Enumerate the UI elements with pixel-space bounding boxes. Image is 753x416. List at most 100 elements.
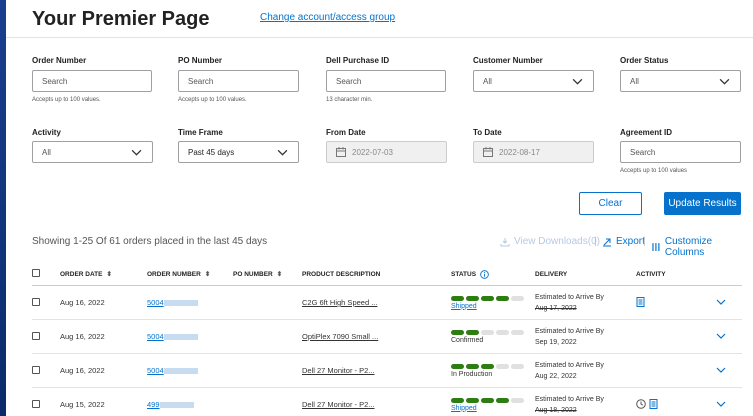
row-checkbox[interactable] [32, 399, 40, 408]
to-date-input[interactable]: 2022-08-17 [473, 141, 594, 163]
chevron-down-icon [572, 78, 583, 85]
order-status-select[interactable]: All [620, 70, 741, 92]
redacted-digits [163, 368, 198, 375]
row-checkbox[interactable] [32, 331, 40, 340]
toolbar-separator: | [643, 236, 646, 247]
order-number-hint: Accepts up to 100 values. [32, 97, 101, 103]
clock-icon[interactable] [636, 398, 646, 411]
calendar-icon [336, 147, 346, 157]
order-number-input[interactable]: Search [32, 70, 152, 92]
order-number-link[interactable]: 499 [147, 400, 194, 409]
order-number-link[interactable]: 5004 [147, 332, 198, 341]
status-text[interactable]: Shipped [451, 303, 535, 310]
delivery-estimate-label: Estimated to Arrive By [535, 327, 604, 335]
agreement-id-input[interactable]: Search [620, 141, 741, 163]
table-row[interactable]: Aug 16, 2022 5004 C2G 6ft High Speed ... Sh… [32, 285, 742, 320]
progress-segment [466, 397, 479, 403]
progress-segment [466, 295, 479, 301]
activity-select[interactable]: All [32, 141, 153, 163]
expand-row-chevron-icon[interactable] [716, 297, 726, 307]
po-number-cell [233, 319, 302, 354]
from-date-label: From Date [326, 128, 366, 137]
progress-segment [496, 329, 509, 335]
delivery-date: Aug 22, 2022 [535, 372, 577, 380]
row-checkbox[interactable] [32, 365, 40, 374]
columns-icon [652, 243, 660, 251]
clear-button[interactable]: Clear [579, 192, 642, 215]
table-header-row: ORDER DATE ⬍ ORDER NUMBER ⬍ PO NUMBER ⬍ PRO… [32, 263, 742, 286]
status-text: In Production [451, 370, 493, 378]
order-number-text: 5004 [147, 298, 164, 307]
customize-columns-button[interactable]: Customize Columns [651, 236, 753, 258]
export-icon [603, 238, 611, 246]
document-icon[interactable] [636, 296, 645, 309]
row-checkbox[interactable] [32, 297, 40, 306]
export-button[interactable]: Export [602, 236, 645, 247]
delivery-date: Aug 18, 2022 [535, 406, 577, 414]
results-summary: Showing 1-25 Of 61 orders placed in the … [32, 236, 268, 247]
table-row[interactable]: Aug 15, 2022 499 Dell 27 Monitor - P2... Sh… [32, 387, 742, 416]
dell-purchase-id-label: Dell Purchase ID [326, 56, 390, 65]
chevron-down-icon [719, 78, 730, 85]
agreement-id-hint: Accepts up to 100 values [620, 168, 688, 174]
progress-segment [511, 329, 524, 335]
product-description-link[interactable]: C2G 6ft High Speed ... [302, 298, 377, 307]
status-progress [451, 397, 535, 403]
activity-cell [636, 387, 716, 416]
order-date-header[interactable]: ORDER DATE ⬍ [60, 263, 147, 286]
expand-row-chevron-icon[interactable] [716, 365, 726, 375]
expand-row-chevron-icon[interactable] [716, 331, 726, 341]
from-date-input[interactable]: 2022-07-03 [326, 141, 447, 163]
progress-segment [481, 295, 494, 301]
document-icon[interactable] [649, 398, 658, 411]
progress-segment [451, 295, 464, 301]
info-icon[interactable] [480, 269, 489, 279]
dell-purchase-id-input[interactable]: Search [326, 70, 446, 92]
progress-segment [481, 329, 494, 335]
order-number-text: 5004 [147, 366, 164, 375]
update-results-button[interactable]: Update Results [664, 192, 741, 215]
customer-number-select[interactable]: All [473, 70, 594, 92]
po-number-cell [233, 285, 302, 320]
sort-icon: ⬍ [276, 271, 283, 278]
product-description-link[interactable]: Dell 27 Monitor - P2... [302, 400, 375, 409]
progress-segment [496, 363, 509, 369]
po-number-header[interactable]: PO NUMBER ⬍ [233, 263, 302, 286]
po-number-placeholder: Search [188, 76, 214, 86]
table-row[interactable]: Aug 16, 2022 5004 Dell 27 Monitor - P2... I… [32, 353, 742, 388]
activity-label: Activity [32, 128, 61, 137]
order-number-header[interactable]: ORDER NUMBER ⬍ [147, 263, 233, 286]
change-account-link[interactable]: Change account/access group [260, 12, 395, 23]
premier-page: Your Premier Page Change account/access … [6, 0, 753, 416]
select-all-checkbox[interactable] [32, 269, 40, 277]
order-number-text: 499 [147, 400, 160, 409]
expand-row-chevron-icon[interactable] [716, 399, 726, 409]
time-frame-label: Time Frame [178, 128, 223, 137]
status-text[interactable]: Shipped [451, 405, 535, 412]
redacted-digits [163, 300, 198, 307]
status-header-label: STATUS [451, 270, 477, 278]
product-header-label: PRODUCT DESCRIPTION [302, 270, 381, 278]
customer-number-value: All [483, 76, 492, 86]
order-number-label: Order Number [32, 56, 87, 65]
page-title: Your Premier Page [32, 8, 210, 30]
progress-segment [451, 363, 464, 369]
product-description-link[interactable]: Dell 27 Monitor - P2... [302, 366, 375, 375]
table-row[interactable]: Aug 16, 2022 5004 OptiPlex 7090 Small ... C… [32, 319, 742, 354]
time-frame-select[interactable]: Past 45 days [178, 141, 299, 163]
to-date-value: 2022-08-17 [499, 147, 540, 157]
product-description-header: PRODUCT DESCRIPTION [302, 263, 451, 286]
po-number-hint: Accepts up to 100 values. [178, 97, 247, 103]
product-description-link[interactable]: OptiPlex 7090 Small ... [302, 332, 378, 341]
dell-purchase-id-hint: 13 character min. [326, 97, 373, 103]
redacted-digits [159, 402, 194, 409]
order-number-link[interactable]: 5004 [147, 298, 198, 307]
status-progress [451, 295, 535, 301]
agreement-id-placeholder: Search [630, 147, 656, 157]
progress-segment [511, 397, 524, 403]
view-downloads-button[interactable]: View Downloads(0) [500, 236, 600, 247]
order-number-link[interactable]: 5004 [147, 366, 198, 375]
po-number-input[interactable]: Search [178, 70, 299, 92]
progress-segment [511, 295, 524, 301]
activity-value: All [42, 147, 51, 157]
